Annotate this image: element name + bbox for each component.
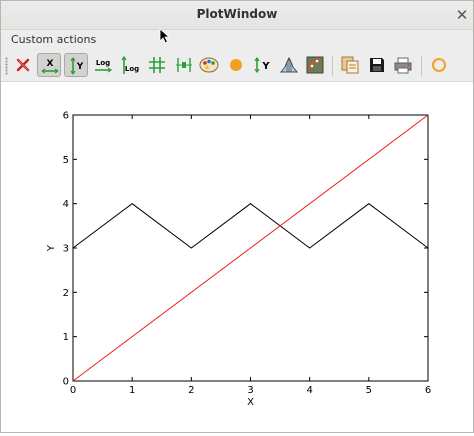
- series-line-2: [72, 114, 429, 382]
- x-log-button[interactable]: Log: [91, 53, 115, 77]
- x-autoscale-button[interactable]: X: [37, 53, 61, 77]
- toolbar: X Y Log Log Y: [1, 50, 473, 82]
- histogram-button[interactable]: [277, 53, 301, 77]
- series-line-1: [72, 203, 429, 249]
- copy-icon: [341, 56, 359, 74]
- x-tick-label: 4: [306, 385, 312, 396]
- red-x-icon: [16, 58, 30, 72]
- mouse-cursor-icon: [159, 28, 171, 44]
- y-autoscale-button[interactable]: Y: [64, 53, 88, 77]
- y-tick-label: 0: [63, 377, 69, 388]
- x-tick-label: 6: [425, 385, 431, 396]
- y-log-label: Log: [125, 65, 139, 73]
- axis-ticks: 0 1 2 3 4 5 6 0 1 2 3 4 5 6: [63, 111, 432, 397]
- y-invert-label: Y: [261, 61, 270, 72]
- y-axis-label: Y: [46, 244, 57, 252]
- histogram-icon: [279, 56, 299, 73]
- y-tick-label: 3: [63, 244, 69, 255]
- x-tick-label: 2: [188, 385, 194, 396]
- save-icon: [370, 58, 384, 72]
- y-log-button[interactable]: Log: [118, 53, 142, 77]
- save-button[interactable]: [365, 53, 389, 77]
- keep-aspect-button[interactable]: [224, 53, 248, 77]
- toolbar-separator: [332, 56, 333, 76]
- fit-icon: [306, 56, 324, 74]
- custom-circle-button[interactable]: [427, 53, 451, 77]
- y-invert-icon: Y: [254, 56, 270, 74]
- plot-area[interactable]: 0 1 2 3 4 5 6 0 1 2 3 4 5 6 X Y: [1, 82, 473, 432]
- x-autoscale-icon: X: [41, 59, 59, 74]
- y-axis-invert-button[interactable]: Y: [251, 53, 275, 77]
- y-tick-label: 5: [63, 155, 69, 166]
- curve-style-icon: [176, 58, 192, 72]
- y-tick-label: 6: [63, 111, 69, 122]
- y-tick-label: 1: [63, 332, 69, 343]
- orange-dot-icon: [230, 59, 242, 71]
- grid-icon: [149, 57, 165, 73]
- reset-zoom-button[interactable]: [11, 53, 35, 77]
- y-log-icon: Log: [121, 55, 139, 74]
- x-axis-label: X: [247, 397, 254, 408]
- toolbar-grip[interactable]: [5, 57, 8, 75]
- x-tick-label: 5: [366, 385, 372, 396]
- x-log-icon: Log: [95, 59, 113, 73]
- x-log-label: Log: [96, 59, 110, 67]
- close-button[interactable]: ✕: [453, 6, 471, 24]
- x-tick-label: 0: [70, 385, 76, 396]
- custom-actions-menu[interactable]: Custom actions: [11, 33, 96, 46]
- grid-button[interactable]: [145, 53, 169, 77]
- x-tick-label: 3: [247, 385, 253, 396]
- orange-circle-icon: [432, 58, 446, 72]
- fit-button[interactable]: [303, 53, 327, 77]
- y-autoscale-icon: Y: [70, 57, 84, 75]
- x-autoscale-label: X: [47, 59, 54, 69]
- y-autoscale-label: Y: [76, 62, 84, 72]
- window-title: PlotWindow: [196, 7, 278, 21]
- palette-icon: [199, 57, 219, 73]
- x-tick-label: 1: [129, 385, 135, 396]
- title-bar[interactable]: PlotWindow ✕: [1, 1, 473, 30]
- plot-canvas[interactable]: 0 1 2 3 4 5 6 0 1 2 3 4 5 6 X Y: [1, 82, 473, 432]
- colormap-button[interactable]: [197, 53, 221, 77]
- y-tick-label: 2: [63, 288, 69, 299]
- curve-style-button[interactable]: [172, 53, 196, 77]
- toolbar-separator: [421, 56, 422, 76]
- menu-bar: Custom actions: [1, 30, 473, 50]
- y-tick-label: 4: [63, 199, 69, 210]
- copy-button[interactable]: [338, 53, 362, 77]
- plot-window: PlotWindow ✕ Custom actions X Y Log Log …: [0, 0, 474, 433]
- print-icon: [394, 57, 412, 74]
- print-button[interactable]: [391, 53, 415, 77]
- plot-series: [72, 114, 429, 382]
